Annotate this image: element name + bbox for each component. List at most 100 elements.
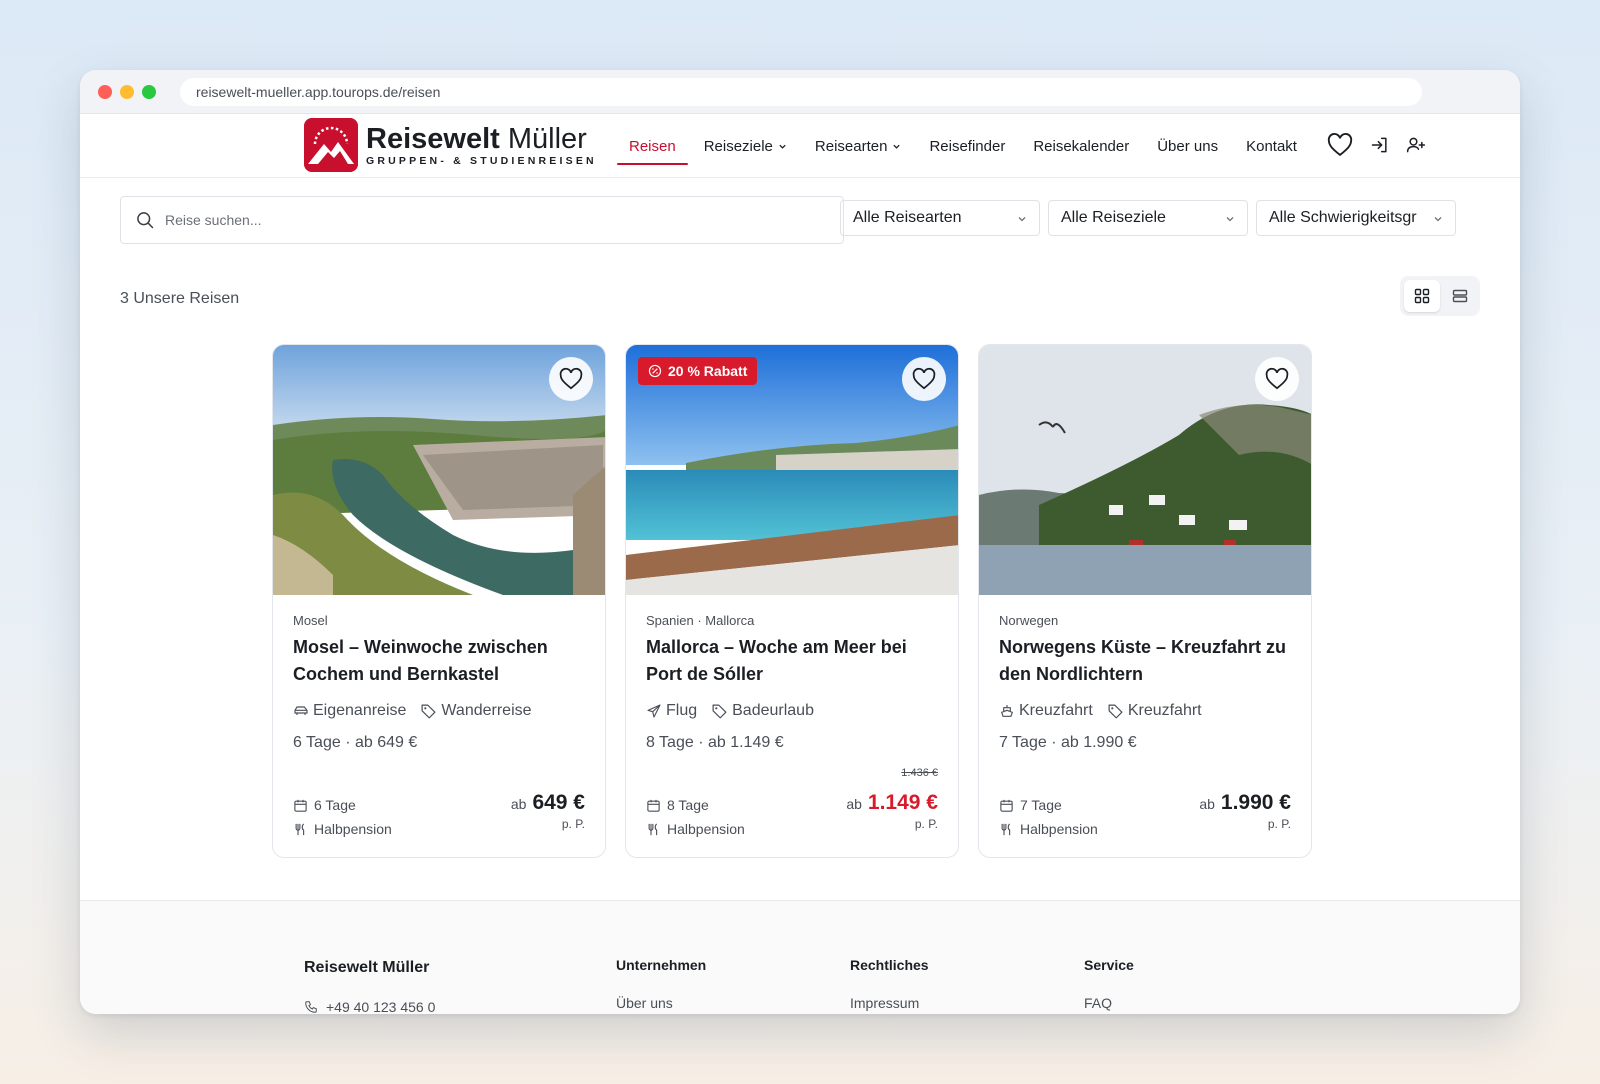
grid-view-button[interactable]: [1404, 280, 1440, 312]
difficulty-select[interactable]: Alle Schwierigkeitsgr: [1256, 200, 1456, 236]
close-window-button[interactable]: [98, 85, 112, 99]
view-toggle: [1400, 276, 1480, 316]
utensils-icon: [648, 822, 658, 835]
duration-info: 8 Tage: [646, 793, 745, 817]
favorite-button[interactable]: [549, 357, 593, 401]
browser-toolbar: reisewelt-mueller.app.tourops.de/reisen: [80, 70, 1520, 114]
trip-image-norwegen: [979, 345, 1311, 595]
chevron-down-icon: [779, 144, 786, 149]
destination-value: Alle Reiseziele: [1061, 209, 1166, 226]
brand-name: Reisewelt Müller: [366, 122, 587, 155]
wishlist-heart-icon[interactable]: [1326, 131, 1354, 159]
category-tag: Kreuzfahrt: [1107, 702, 1202, 720]
heart-icon: [559, 367, 583, 390]
difficulty-value: Alle Schwierigkeitsgr: [1269, 209, 1417, 226]
trip-region: Spanien · Mallorca: [646, 613, 755, 628]
footer-heading-rechtliches: Rechtliches: [850, 957, 929, 973]
trip-price: 1.436 € ab 1.149 € p. P.: [846, 767, 938, 831]
nav-item-reisen[interactable]: Reisen: [617, 114, 688, 178]
address-bar[interactable]: reisewelt-mueller.app.tourops.de/reisen: [180, 78, 1422, 106]
grid-icon: [1414, 288, 1430, 304]
search-input[interactable]: [165, 212, 765, 228]
board-info: Halbpension: [646, 817, 745, 841]
destination-select[interactable]: Alle Reiseziele: [1048, 200, 1248, 236]
category-tag: Wanderreise: [420, 702, 532, 720]
trip-summary: 6 Tage · ab 649 €: [293, 734, 418, 751]
favorite-button[interactable]: [902, 357, 946, 401]
footer-link-ueber-uns[interactable]: Über uns: [616, 995, 706, 1011]
footer-link-impressum[interactable]: Impressum: [850, 995, 929, 1011]
footer-heading-unternehmen: Unternehmen: [616, 957, 707, 973]
result-count: 3 Unsere Reisen: [120, 290, 240, 307]
transport-tag: Kreuzfahrt: [999, 702, 1093, 720]
transport-tag: Flug: [646, 702, 697, 720]
footer-phone[interactable]: +49 40 123 456 0: [304, 999, 435, 1014]
favorite-button[interactable]: [1255, 357, 1299, 401]
trip-region: Norwegen: [999, 613, 1059, 628]
footer-link-faq[interactable]: FAQ: [1084, 995, 1134, 1011]
tag-icon: [421, 704, 436, 718]
trip-region: Mosel: [293, 613, 328, 628]
chevron-down-icon: [1434, 217, 1442, 222]
user-plus-icon[interactable]: [1406, 135, 1426, 155]
utensils-icon: [295, 822, 305, 835]
site-footer: Reisewelt Müller +49 40 123 456 0 Untern…: [80, 900, 1520, 1014]
trip-type-value: Alle Reisearten: [853, 209, 962, 226]
browser-window: reisewelt-mueller.app.tourops.de/reisen …: [80, 70, 1520, 1014]
trip-image-mosel: [273, 345, 605, 595]
heart-icon: [1265, 367, 1289, 390]
transport-tag: Eigenanreise: [293, 702, 406, 720]
nav-item-kontakt[interactable]: Kontakt: [1246, 114, 1297, 178]
discount-badge: 20 % Rabatt: [638, 357, 758, 385]
trip-summary: 8 Tage · ab 1.149 €: [646, 734, 784, 751]
calendar-icon: [294, 799, 307, 812]
nav-item-reisefinder[interactable]: Reisefinder: [929, 114, 1005, 178]
trip-title[interactable]: Norwegens Küste – Kreuzfahrt zu den Nord…: [999, 634, 1291, 688]
minimize-window-button[interactable]: [120, 85, 134, 99]
plane-icon: [647, 704, 661, 718]
nav-item-ueber-uns[interactable]: Über uns: [1157, 114, 1218, 178]
search-icon: [137, 212, 154, 229]
duration-info: 6 Tage: [293, 793, 392, 817]
original-price: 1.436 €: [901, 767, 938, 779]
duration-info: 7 Tage: [999, 793, 1098, 817]
board-info: Halbpension: [999, 817, 1098, 841]
ship-icon: [1001, 705, 1013, 717]
site-header: Reisewelt Müller GRUPPEN- & STUDIENREISE…: [80, 114, 1520, 178]
price-amount: 649 €: [532, 791, 585, 814]
site-logo[interactable]: Reisewelt Müller GRUPPEN- & STUDIENREISE…: [304, 118, 597, 172]
nav-item-reiseziele[interactable]: Reiseziele: [704, 114, 787, 178]
trip-type-select[interactable]: Alle Reisearten: [840, 200, 1040, 236]
board-info: Halbpension: [293, 817, 392, 841]
trip-title[interactable]: Mallorca – Woche am Meer bei Port de Sól…: [646, 634, 938, 688]
tag-icon: [712, 704, 727, 718]
brand-tagline: GRUPPEN- & STUDIENREISEN: [366, 154, 597, 167]
main-nav: Reisen Reiseziele Reisearten Reisefinder…: [617, 114, 1325, 178]
list-view-button[interactable]: [1442, 280, 1478, 312]
category-tag: Badeurlaub: [711, 702, 814, 720]
trip-price: ab 1.990 € p. P.: [1199, 791, 1291, 831]
logo-mountain-icon: [304, 118, 358, 172]
footer-heading-service: Service: [1084, 957, 1134, 973]
login-icon[interactable]: [1370, 135, 1390, 155]
chevron-down-icon: [1226, 217, 1234, 222]
footer-brand: Reisewelt Müller: [304, 959, 430, 976]
utensils-icon: [1001, 822, 1011, 835]
trip-card[interactable]: Norwegen Norwegens Küste – Kreuzfahrt zu…: [978, 344, 1312, 858]
nav-item-reisekalender[interactable]: Reisekalender: [1033, 114, 1129, 178]
car-icon: [294, 706, 308, 715]
trip-card[interactable]: Mosel Mosel – Weinwoche zwischen Cochem …: [272, 344, 606, 858]
trip-title[interactable]: Mosel – Weinwoche zwischen Cochem und Be…: [293, 634, 585, 688]
trip-card[interactable]: 20 % Rabatt Spanien · Mallorca Mallorca …: [625, 344, 959, 858]
discount-icon: [648, 364, 662, 378]
maximize-window-button[interactable]: [142, 85, 156, 99]
calendar-icon: [1000, 799, 1013, 812]
nav-item-reisearten[interactable]: Reisearten: [815, 114, 902, 178]
trip-summary: 7 Tage · ab 1.990 €: [999, 734, 1137, 751]
trip-image-mallorca: 20 % Rabatt: [626, 345, 958, 595]
phone-icon: [305, 1001, 317, 1013]
tag-icon: [1108, 704, 1123, 718]
trip-price: ab 649 € p. P.: [510, 791, 585, 831]
heart-icon: [912, 367, 936, 390]
search-box: [120, 196, 844, 244]
